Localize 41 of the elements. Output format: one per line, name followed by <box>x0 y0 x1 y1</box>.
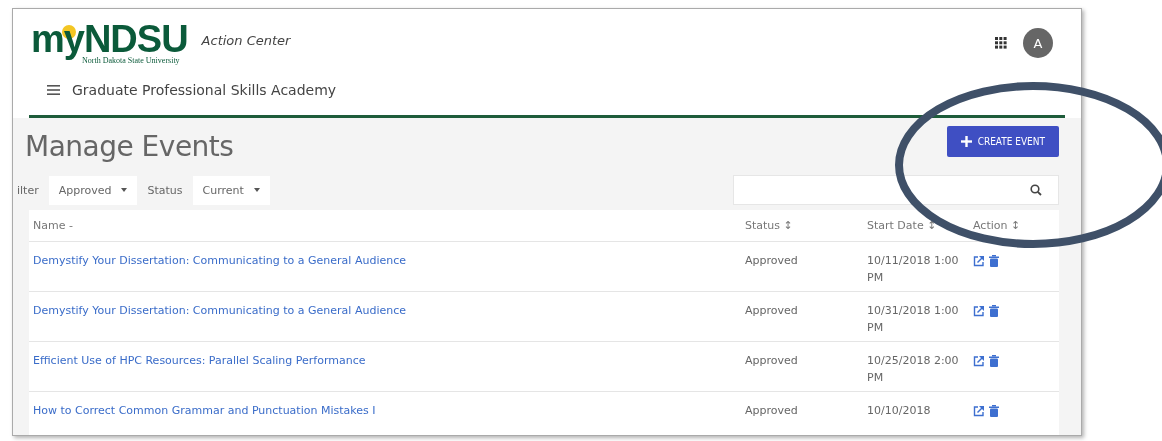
event-link[interactable]: Efficient Use of HPC Resources: Parallel Scaling Performance <box>33 342 745 391</box>
trash-icon[interactable] <box>989 255 999 267</box>
table-cell-text: Approved <box>745 303 799 319</box>
menu-icon[interactable] <box>47 85 60 95</box>
avatar[interactable]: A <box>1023 28 1053 58</box>
page-title: Manage Events <box>25 130 234 163</box>
filter-label: ilter <box>17 183 39 197</box>
app-name: Action Center <box>201 32 291 48</box>
table-cell-text: Approved <box>745 353 799 369</box>
caret-icon <box>253 188 260 192</box>
external-link-icon[interactable] <box>973 305 985 317</box>
search-icon[interactable] <box>1030 184 1042 196</box>
filter-dropdown[interactable]: Approved <box>48 175 138 205</box>
search-field[interactable] <box>733 175 1059 205</box>
caret-icon <box>121 188 128 192</box>
filter-dropdown[interactable]: Current <box>192 175 270 205</box>
column-header[interactable]: Name - <box>33 219 745 232</box>
external-link-icon[interactable] <box>973 355 985 367</box>
plus-icon <box>960 136 972 147</box>
table-cell-text: Approved <box>745 403 799 419</box>
create-event-button[interactable]: CREATE EVENT <box>946 126 1059 157</box>
external-link-icon[interactable] <box>973 405 985 417</box>
apps-grid-icon[interactable] <box>995 37 1007 49</box>
sun-icon <box>61 23 77 40</box>
table-cell-text: 10/31/2018 1:00 PM <box>867 303 960 336</box>
table-cell-text: 10/10/2018 <box>867 403 932 419</box>
event-link[interactable]: Demystify Your Dissertation: Communicating to a General Audience <box>33 292 745 341</box>
table-cell-text: 10/11/2018 1:00 PM <box>867 253 960 286</box>
column-header[interactable]: Start Date ↕ <box>867 219 973 232</box>
event-link[interactable]: How to Correct Common Grammar and Punctuation Mistakes I <box>33 392 745 435</box>
section-title: Graduate Professional Skills Academy <box>72 82 337 98</box>
table-cell-text: 10/25/2018 2:00 PM <box>867 353 960 386</box>
event-link[interactable]: Demystify Your Dissertation: Communicating to a General Audience <box>33 242 745 291</box>
external-link-icon[interactable] <box>973 255 985 267</box>
trash-icon[interactable] <box>989 355 999 367</box>
filter-label: Status <box>147 183 183 197</box>
column-header[interactable]: Action ↕ <box>973 219 1059 232</box>
column-header[interactable]: Status ↕ <box>745 219 867 232</box>
trash-icon[interactable] <box>989 305 999 317</box>
table-cell-text: Approved <box>745 253 799 269</box>
trash-icon[interactable] <box>989 405 999 417</box>
